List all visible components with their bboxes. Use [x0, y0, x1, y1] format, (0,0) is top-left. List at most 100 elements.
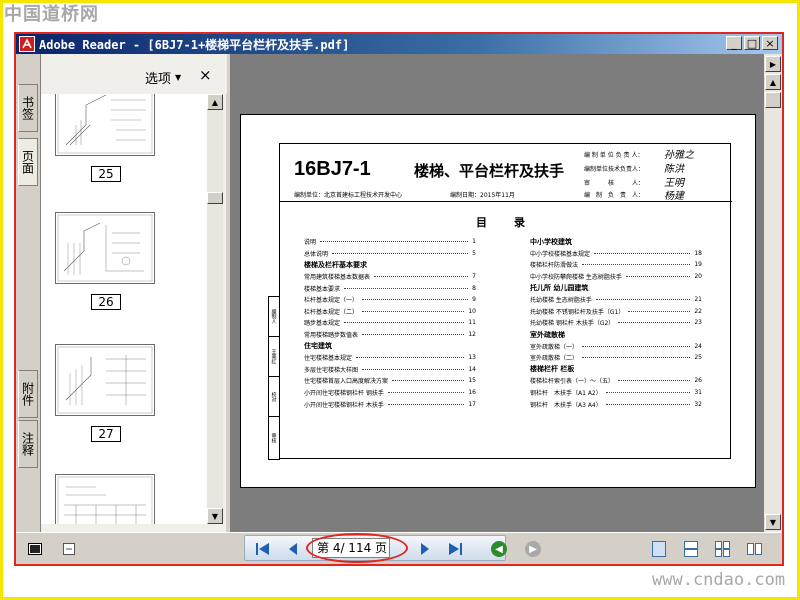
toc-entry[interactable]: 楼梯栏杆防滑做法 19: [530, 259, 702, 271]
page-number-field[interactable]: 第 4/ 114 页: [312, 538, 390, 558]
toc-entry-text: 多层住宅楼梯大样图: [304, 364, 361, 374]
toc-page-number: 18: [694, 249, 702, 257]
document-scroll-thumb[interactable]: [765, 92, 781, 108]
page-thumbnail-27[interactable]: [55, 344, 155, 416]
toc-entry[interactable]: 多层住宅楼梯大样图 14: [304, 364, 476, 376]
title-bar[interactable]: Adobe Reader - [6BJ7-1+楼梯平台栏杆及扶手.pdf] _ …: [16, 34, 782, 54]
drawing-sheet: 16BJ7-1 楼梯、平台栏杆及扶手 编制单位：北京首建标工程技术开发中心 编制…: [268, 143, 732, 460]
compiler-unit: 编制单位：北京首建标工程技术开发中心: [294, 192, 403, 199]
toc-page-number: 17: [468, 400, 476, 408]
toc-entry[interactable]: 总体说明 5: [304, 248, 476, 260]
close-panel-icon[interactable]: ×: [199, 66, 212, 84]
toc-entry[interactable]: 室外疏散梯（二） 25: [530, 352, 702, 364]
previous-page-icon[interactable]: [282, 539, 304, 559]
toc-leader-dots: [387, 403, 465, 405]
toc-entry[interactable]: 托幼楼梯 不锈钢栏杆及扶手（G1） 22: [530, 306, 702, 318]
toc-entry-text: 总体说明: [304, 248, 331, 258]
toc-entry[interactable]: 钢栏杆 木扶手（A1 A2） 31: [530, 387, 702, 399]
toc-section-heading[interactable]: 托儿所 幼儿园建筑: [530, 282, 702, 294]
toc-entry[interactable]: 栏杆基本规定（二） 10: [304, 306, 476, 318]
thumbnail-list: 25 26 27: [41, 94, 207, 524]
toc-entry[interactable]: 住宅楼梯首层入口高度解决方案 15: [304, 375, 476, 387]
toc-entry[interactable]: 常用楼梯踏步数值表 12: [304, 329, 476, 341]
thumbnail-scroll-thumb[interactable]: [207, 192, 223, 204]
pages-panel: 选项 ▼ × 25 26 27 ▲ ▼: [40, 54, 227, 532]
toc-page-number: 5: [472, 249, 476, 257]
toc-section-heading[interactable]: 住宅建筑: [304, 340, 476, 352]
toc-page-number: 11: [468, 319, 476, 327]
strip-cell-1: 编制人: [269, 297, 279, 337]
toc-entry[interactable]: 楼梯基本要求 8: [304, 282, 476, 294]
toc-entry-text: 钢栏杆 木扶手（A3 A4）: [530, 399, 604, 409]
toc-entry[interactable]: 楼梯栏杆索引表（一）～（五） 26: [530, 375, 702, 387]
toc-section-heading[interactable]: 楼梯栏杆 栏板: [530, 364, 702, 376]
toc-entry[interactable]: 室外疏散梯（一） 24: [530, 340, 702, 352]
toggle-navigation-icon[interactable]: [24, 539, 46, 559]
toc-page-number: 13: [468, 354, 476, 362]
toc-entry[interactable]: 栏杆基本规定（一） 9: [304, 294, 476, 306]
toc-section-heading[interactable]: 室外疏散梯: [530, 329, 702, 341]
toc-entry[interactable]: 说明 1: [304, 236, 476, 248]
first-page-icon[interactable]: [252, 539, 274, 559]
continuous-view-icon[interactable]: [680, 539, 702, 559]
page-nav-right-icon[interactable]: ▶: [765, 56, 781, 72]
toc-entry[interactable]: 常用建筑楼梯基本数据表 7: [304, 271, 476, 283]
options-menu[interactable]: 选项 ▼: [145, 68, 181, 87]
thumbnail-scrollbar[interactable]: ▲ ▼: [207, 94, 223, 524]
scroll-up-icon[interactable]: ▲: [207, 94, 223, 110]
tab-bookmarks[interactable]: 书签: [18, 84, 38, 132]
tab-pages[interactable]: 页面: [18, 138, 38, 186]
toc-leader-dots: [628, 310, 691, 312]
go-forward-icon[interactable]: ▶: [522, 539, 544, 559]
next-page-icon[interactable]: [414, 539, 436, 559]
toc-section-heading[interactable]: 楼梯及栏杆基本要求: [304, 259, 476, 271]
toc-entry[interactable]: 住宅楼梯基本规定 13: [304, 352, 476, 364]
close-button[interactable]: ×: [762, 36, 778, 50]
tab-attachments[interactable]: 附件: [18, 370, 38, 418]
toc-entry[interactable]: 小开间住宅楼梯钢栏杆 木扶手 17: [304, 398, 476, 410]
options-label: 选项: [145, 72, 172, 87]
toc-page-number: 21: [694, 296, 702, 304]
toc-right-column: 中小学校建筑 中小学校楼梯基本规定 18 楼梯栏杆防滑做法 19 中小学校防攀爬楼梯 生态…: [530, 236, 702, 410]
toc-section-heading[interactable]: 中小学校建筑: [530, 236, 702, 248]
page-thumbnail-26[interactable]: [55, 212, 155, 284]
toc-entry[interactable]: 小开间住宅楼梯钢栏杆 钢扶手 16: [304, 387, 476, 399]
continuous-facing-view-icon[interactable]: [744, 539, 766, 559]
strip-cell-4: 审核: [270, 433, 277, 443]
scroll-up-icon[interactable]: ▲: [765, 74, 781, 90]
responsible-role-1: 编 制 单 位 负 责 人：: [584, 152, 644, 159]
scroll-down-icon[interactable]: ▼: [207, 508, 223, 524]
facing-view-icon[interactable]: [712, 539, 734, 559]
go-back-icon[interactable]: ◀: [488, 539, 510, 559]
tab-comments[interactable]: 注释: [18, 420, 38, 468]
toc-entry[interactable]: 钢栏杆 木扶手（A3 A4） 32: [530, 398, 702, 410]
page-thumbnail-25[interactable]: [55, 94, 155, 156]
toc-leader-dots: [374, 276, 469, 278]
restore-button[interactable]: □: [744, 36, 760, 50]
single-page-view-icon[interactable]: [648, 539, 670, 559]
toc-page-number: 7: [472, 273, 476, 281]
toc-entry[interactable]: 中小学校防攀爬楼梯 生态树脂扶手 20: [530, 271, 702, 283]
dropdown-arrow-icon: ▼: [175, 73, 182, 82]
toc-entry-text: 楼梯及栏杆基本要求: [304, 259, 369, 270]
page-thumbnail-toggle-icon[interactable]: [58, 539, 80, 559]
toc-entry-text: 托幼楼梯 钢栏杆 木扶手（G2）: [530, 318, 617, 328]
toc-entry-text: 住宅楼梯首层入口高度解决方案: [304, 376, 391, 386]
toc-entry[interactable]: 中小学校楼梯基本规定 18: [530, 248, 702, 260]
minimize-button[interactable]: _: [726, 36, 742, 50]
last-page-icon[interactable]: [444, 539, 466, 559]
toc-page-number: 14: [468, 365, 476, 373]
left-tab-strip: 书签 页面 附件 注释: [16, 54, 40, 532]
toc-leader-dots: [582, 345, 691, 347]
toc-page-number: 24: [694, 342, 702, 350]
toc-entry[interactable]: 托幼楼梯 钢栏杆 木扶手（G2） 23: [530, 317, 702, 329]
document-scrollbar[interactable]: ▶ ▲ ▼: [764, 54, 782, 532]
toc-leader-dots: [362, 310, 465, 312]
toc-entry-text: 室外疏散梯（二）: [530, 353, 581, 363]
toc-entry[interactable]: 托幼楼梯 生态树脂扶手 21: [530, 294, 702, 306]
page-thumbnail-28[interactable]: [55, 474, 155, 524]
thumbnail-label-26: 26: [91, 294, 121, 310]
toc-entry-text: 中小学校防攀爬楼梯 生态树脂扶手: [530, 272, 624, 282]
toc-entry[interactable]: 踏步基本规定 11: [304, 317, 476, 329]
scroll-down-icon[interactable]: ▼: [765, 514, 781, 530]
